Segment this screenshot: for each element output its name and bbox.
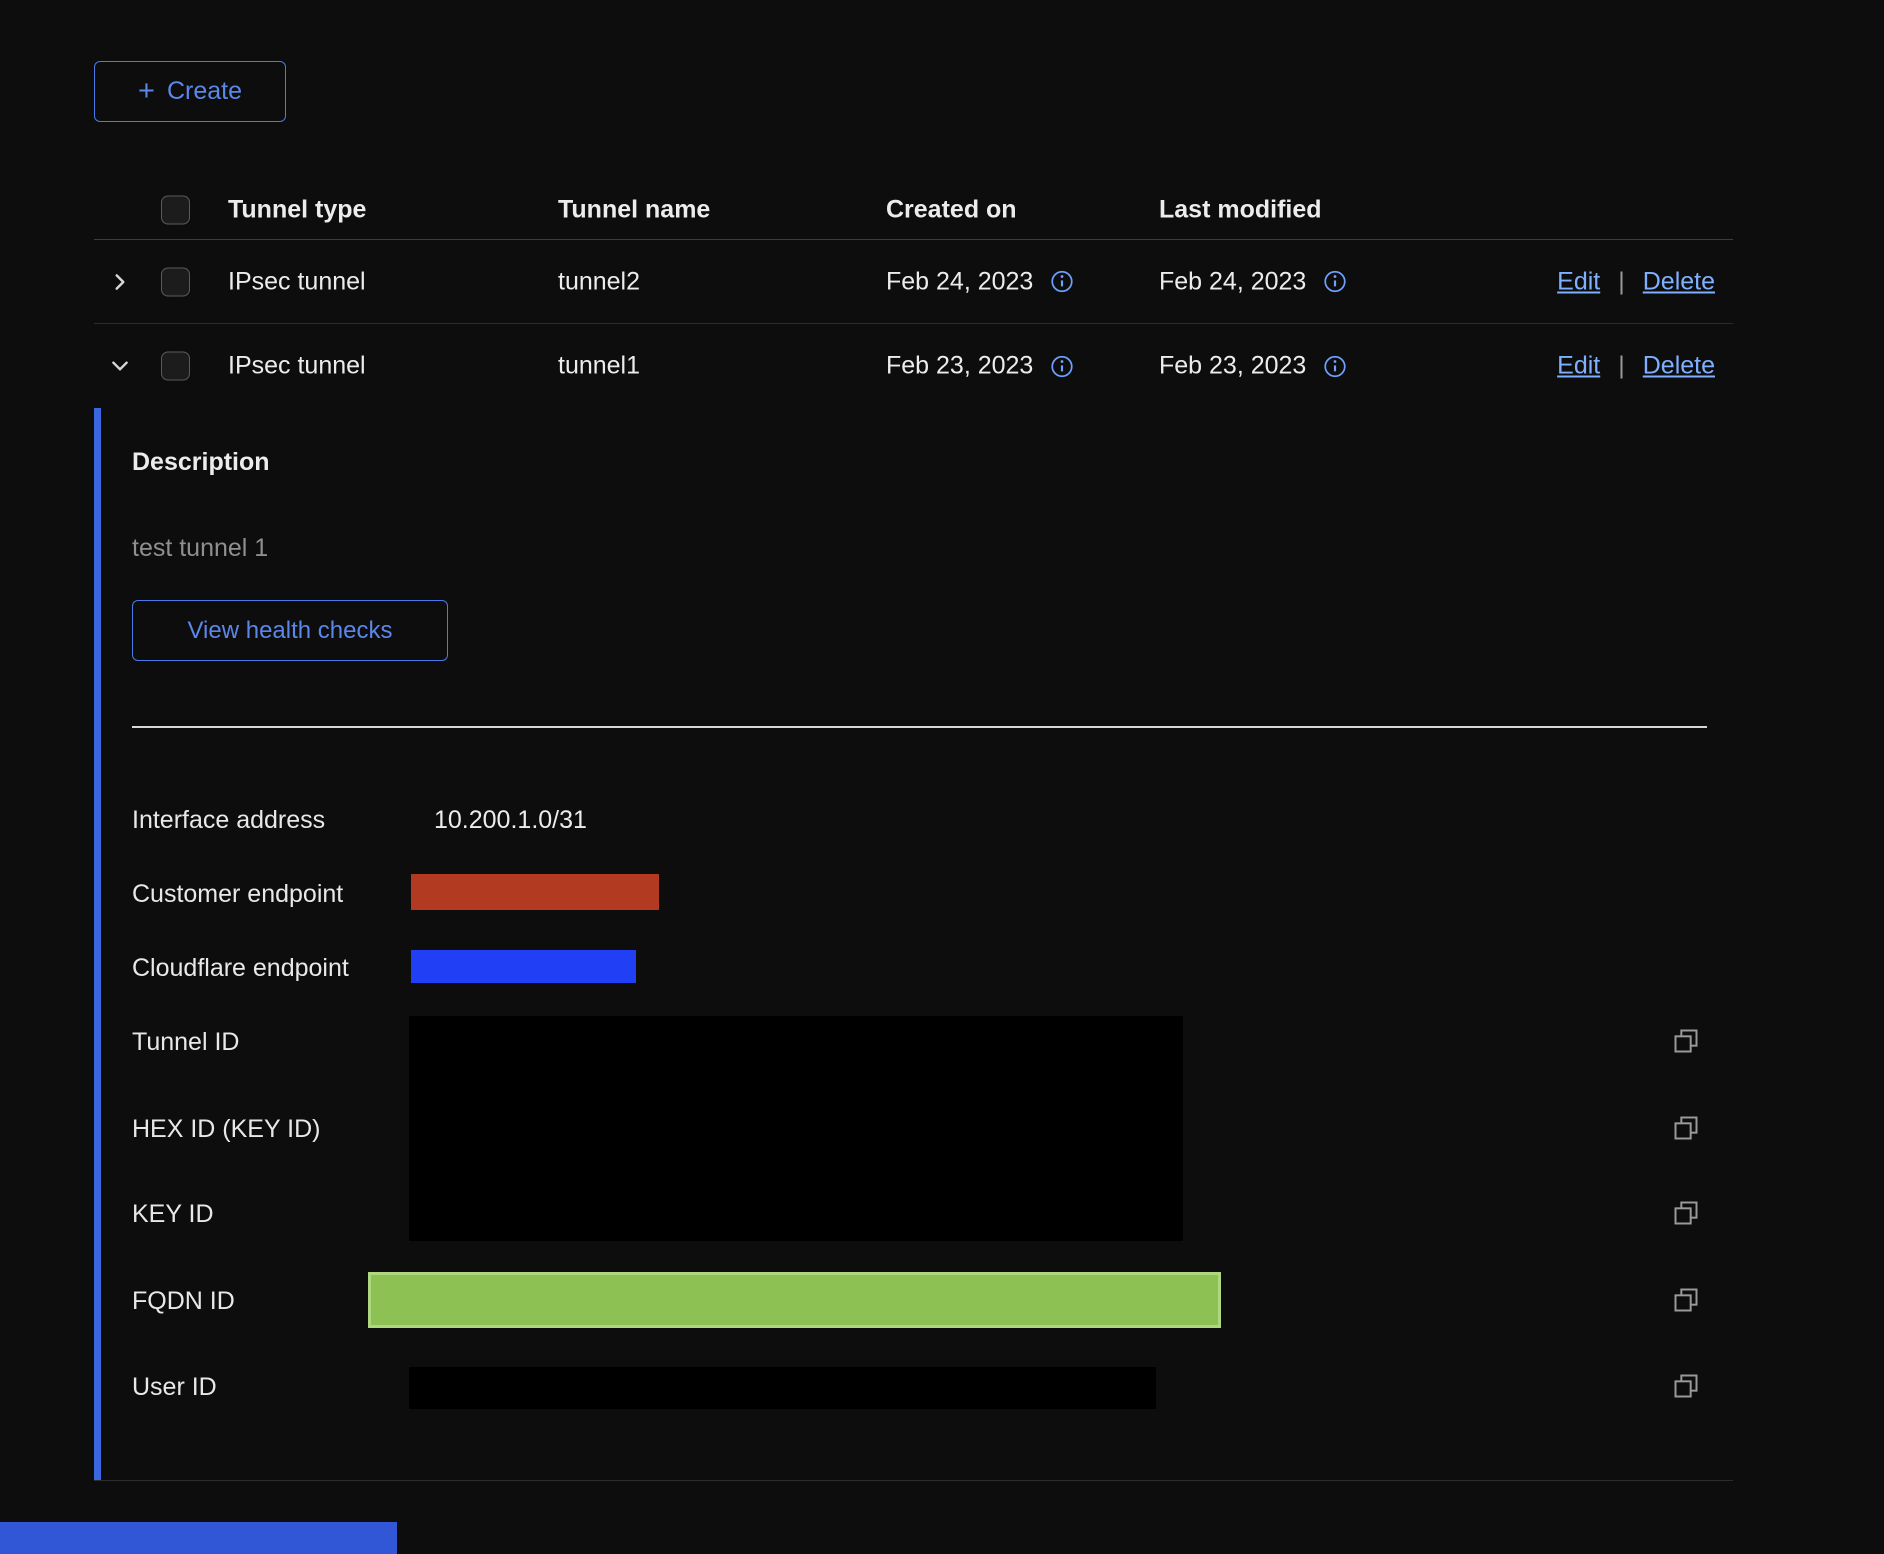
column-header-created-on: Created on [886,195,1017,224]
copy-icon [1672,1027,1700,1055]
ids-redacted-value [409,1016,1183,1241]
info-icon-glyph [1049,269,1075,295]
copy-key-id-button[interactable] [1670,1197,1702,1229]
table-header-row: Tunnel type Tunnel name Created on Last … [94,180,1733,240]
select-all-checkbox[interactable] [161,195,190,224]
fqdn-id-redacted-value [368,1272,1221,1328]
key-id-label: KEY ID [132,1200,214,1229]
horizontal-scrollbar[interactable] [0,1522,397,1554]
description-label: Description [132,448,270,477]
row-actions: Edit | Delete [1557,352,1715,381]
info-icon-glyph [1322,353,1348,379]
tunnels-table: Tunnel type Tunnel name Created on Last … [94,180,1733,1481]
customer-endpoint-redacted-value [411,874,659,910]
last-modified-cell: Feb 24, 2023 [1159,267,1348,296]
create-button-label: Create [167,77,242,106]
copy-icon [1672,1199,1700,1227]
delete-link[interactable]: Delete [1643,267,1715,296]
interface-address-label: Interface address [132,806,325,835]
cloudflare-endpoint-label: Cloudflare endpoint [132,954,349,983]
create-button[interactable]: + Create [94,61,286,122]
row-checkbox[interactable] [161,352,190,381]
view-health-checks-button[interactable]: View health checks [132,600,448,661]
info-icon[interactable] [1322,269,1348,295]
tunnel-type-cell: IPsec tunnel [228,352,366,381]
row-actions: Edit | Delete [1557,267,1715,296]
info-icon[interactable] [1049,353,1075,379]
user-id-redacted-value [409,1367,1156,1409]
hex-id-label: HEX ID (KEY ID) [132,1115,320,1144]
table-row: IPsec tunnel tunnel1 Feb 23, 2023 Feb 23… [94,324,1733,408]
table-row: IPsec tunnel tunnel2 Feb 24, 2023 Feb 24… [94,240,1733,324]
tunnel-name-cell: tunnel1 [558,352,640,381]
info-icon-glyph [1322,269,1348,295]
created-on-cell: Feb 23, 2023 [886,352,1075,381]
copy-user-id-button[interactable] [1670,1370,1702,1402]
copy-icon [1672,1114,1700,1142]
column-header-tunnel-name: Tunnel name [558,195,710,224]
customer-endpoint-label: Customer endpoint [132,880,343,909]
row-checkbox[interactable] [161,267,190,296]
edit-link[interactable]: Edit [1557,267,1600,296]
chevron-right-icon [109,271,131,293]
expand-row-button[interactable] [100,262,140,302]
fqdn-id-label: FQDN ID [132,1287,235,1316]
tunnel-name-cell: tunnel2 [558,267,640,296]
ipsec-tunnels-page: + Create Tunnel type Tunnel name Created… [0,0,1884,1554]
tunnel-detail-panel: Description test tunnel 1 View health ch… [94,408,1733,1481]
delete-link[interactable]: Delete [1643,352,1715,381]
created-on-value: Feb 24, 2023 [886,267,1033,296]
last-modified-value: Feb 24, 2023 [1159,267,1306,296]
copy-icon [1672,1372,1700,1400]
action-separator: | [1618,352,1625,381]
copy-hex-id-button[interactable] [1670,1112,1702,1144]
tunnel-id-label: Tunnel ID [132,1028,239,1057]
tunnel-type-cell: IPsec tunnel [228,267,366,296]
edit-link[interactable]: Edit [1557,352,1600,381]
copy-tunnel-id-button[interactable] [1670,1025,1702,1057]
copy-fqdn-id-button[interactable] [1670,1284,1702,1316]
info-icon[interactable] [1322,353,1348,379]
collapse-row-button[interactable] [100,346,140,386]
interface-address-value: 10.200.1.0/31 [434,806,587,835]
description-value: test tunnel 1 [132,534,268,563]
chevron-down-icon [109,355,131,377]
section-divider [132,726,1707,728]
user-id-label: User ID [132,1373,217,1402]
expanded-row-indicator [94,408,101,1480]
last-modified-value: Feb 23, 2023 [1159,352,1306,381]
cloudflare-endpoint-redacted-value [411,950,636,983]
column-header-last-modified: Last modified [1159,195,1322,224]
action-separator: | [1618,267,1625,296]
created-on-value: Feb 23, 2023 [886,352,1033,381]
info-icon[interactable] [1049,269,1075,295]
column-header-tunnel-type: Tunnel type [228,195,366,224]
created-on-cell: Feb 24, 2023 [886,267,1075,296]
plus-icon: + [138,77,155,106]
copy-icon [1672,1286,1700,1314]
last-modified-cell: Feb 23, 2023 [1159,352,1348,381]
info-icon-glyph [1049,353,1075,379]
